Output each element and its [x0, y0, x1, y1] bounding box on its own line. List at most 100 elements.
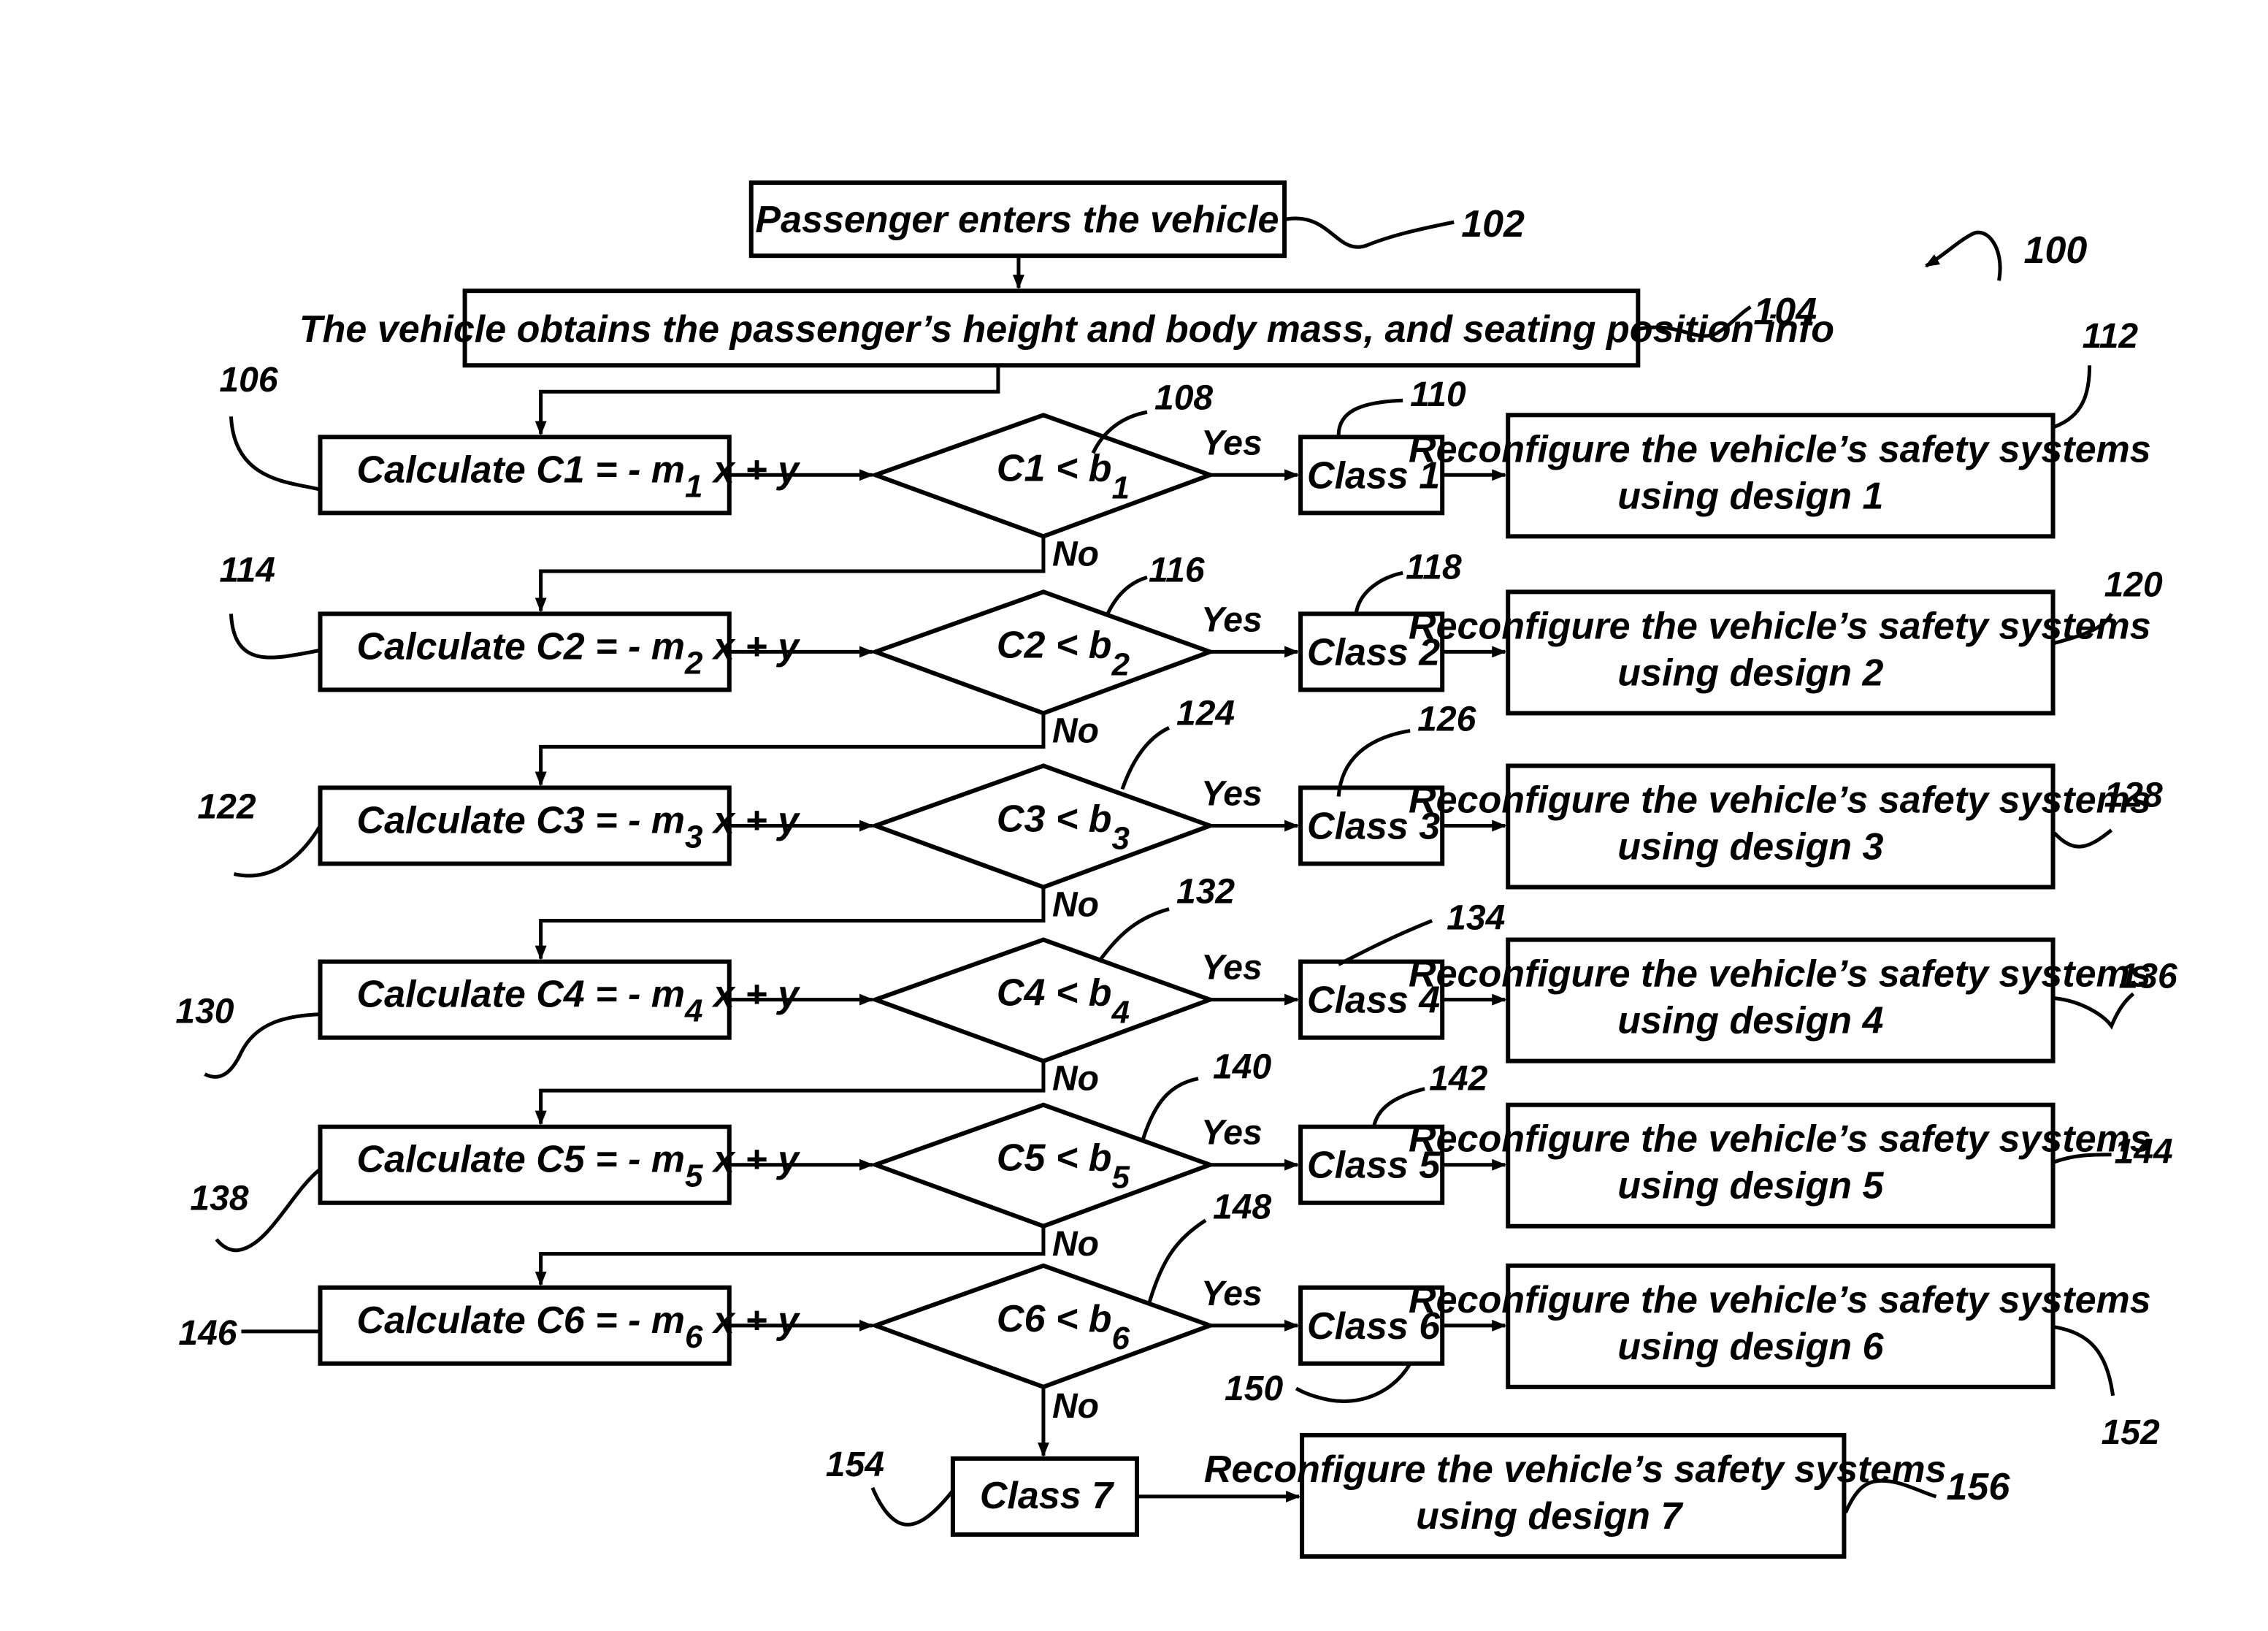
action-line1-3: Reconfigure the vehicle’s safety systems: [1409, 779, 2151, 821]
yes-label-1: Yes: [1201, 424, 1263, 462]
no-label-2: No: [1052, 711, 1099, 750]
action-ref-3: 128: [2104, 776, 2163, 814]
decision-ref-3: 124: [1176, 694, 1235, 733]
class-ref-3: 126: [1417, 700, 1476, 738]
decision-ref-6: 148: [1213, 1188, 1271, 1227]
no-label-5: No: [1052, 1225, 1099, 1264]
no-label-3: No: [1052, 886, 1099, 925]
class-ref-6: 150: [1225, 1370, 1283, 1408]
decision-ref-1: 108: [1154, 378, 1213, 417]
calc-ref-3: 122: [197, 788, 256, 827]
class-ref-leader-2: [1354, 570, 1403, 614]
calc-expr: Calculate C3 = - m: [357, 800, 686, 842]
condition: C2 < b: [997, 624, 1112, 666]
action-ref-leader-1: [2053, 365, 2092, 429]
action-line1-6: Reconfigure the vehicle’s safety systems: [1409, 1279, 2151, 1321]
start-ref: 102: [1461, 203, 1525, 245]
calc-ref-4: 130: [175, 993, 234, 1031]
class-ref-leader-6: [1295, 1362, 1412, 1403]
decision-ref-leader-6: [1146, 1218, 1207, 1306]
figure-leader-arrow: [1924, 230, 2002, 281]
flowchart: 100 Passenger enters the vehicle 102 The…: [175, 180, 2177, 1559]
action-ref-leader-4: [2054, 992, 2135, 1030]
action-line2-2: using design 2: [1617, 652, 1883, 694]
action-line2-6: using design 6: [1617, 1326, 1884, 1368]
calc-expr: Calculate C4 = - m: [357, 974, 686, 1016]
connector-no-4: [535, 1061, 1046, 1126]
action-line1-1: Reconfigure the vehicle’s safety systems: [1409, 428, 2151, 470]
class-ref-5: 142: [1429, 1060, 1487, 1099]
calc-suffix: x + y: [703, 1139, 802, 1181]
calc-ref-leader-1: [229, 416, 321, 492]
condition: C3 < b: [997, 798, 1112, 841]
condition-subscript: 3: [1111, 821, 1129, 857]
action-7-line1: Reconfigure the vehicle’s safety systems: [1204, 1448, 1947, 1491]
calc-expr: Calculate C2 = - m: [357, 625, 686, 668]
action-ref-leader-3: [2053, 828, 2113, 849]
action-ref-2: 120: [2104, 565, 2163, 604]
action-line1-4: Reconfigure the vehicle’s safety systems: [1409, 953, 2151, 996]
connector-no-3: [535, 887, 1046, 960]
calc-subscript: 2: [684, 645, 703, 681]
decision-ref-4: 132: [1176, 873, 1235, 912]
condition: C6 < b: [997, 1298, 1112, 1340]
calc-subscript: 4: [684, 993, 702, 1029]
obtain-text: The vehicle obtains the passenger’s heig…: [299, 308, 1834, 351]
calc-expr: Calculate C1 = - m: [357, 448, 686, 491]
class-ref-2: 118: [1406, 548, 1462, 587]
calc-subscript: 1: [685, 468, 702, 504]
condition-subscript: 1: [1111, 470, 1129, 505]
action-ref-1: 112: [2083, 317, 2139, 356]
calc-subscript: 3: [685, 820, 702, 855]
decision-ref-leader-5: [1141, 1077, 1199, 1141]
calc-subscript: 6: [685, 1319, 703, 1355]
calc-expr: Calculate C6 = - m: [357, 1299, 686, 1342]
calc-ref-2: 114: [219, 551, 275, 589]
yes-label-2: Yes: [1201, 600, 1263, 639]
class-7-text: Class 7: [980, 1475, 1114, 1517]
connector-no-2: [535, 713, 1046, 787]
action-7-ref: 156: [1946, 1466, 2010, 1508]
calc-ref-leader-3: [233, 825, 322, 878]
action-line1-2: Reconfigure the vehicle’s safety systems: [1409, 605, 2151, 647]
condition: C4 < b: [997, 972, 1112, 1015]
calc-subscript: 5: [685, 1158, 703, 1194]
action-7-line2: using design 7: [1416, 1495, 1683, 1538]
obtain-ref: 104: [1753, 291, 1817, 333]
calc-suffix: x + y: [703, 448, 802, 491]
decision-ref-leader-3: [1120, 726, 1171, 790]
action-ref-leader-6: [2054, 1325, 2115, 1397]
start-ref-leader: [1285, 216, 1455, 249]
calc-suffix: x + y: [703, 625, 802, 668]
connector-no-1: [535, 536, 1046, 613]
connector-to-calc-1: [535, 365, 1000, 436]
action-ref-6: 152: [2102, 1413, 2160, 1452]
action-ref-5: 144: [2115, 1133, 2173, 1172]
decision-ref-leader-2: [1106, 575, 1148, 615]
decision-ref-leader-4: [1097, 907, 1170, 963]
start-text: Passenger enters the vehicle: [755, 199, 1279, 241]
condition-subscript: 5: [1111, 1160, 1130, 1196]
figure-label: 100: [2024, 229, 2088, 272]
connector-no-5: [535, 1226, 1046, 1286]
action-line1-5: Reconfigure the vehicle’s safety systems: [1409, 1118, 2151, 1161]
no-label-4: No: [1052, 1060, 1099, 1099]
class-7-ref: 154: [826, 1445, 884, 1484]
class-ref-1: 110: [1410, 375, 1466, 414]
condition: C5 < b: [997, 1137, 1112, 1180]
action-line2-3: using design 3: [1617, 826, 1883, 868]
yes-label-4: Yes: [1201, 949, 1263, 988]
condition-subscript: 2: [1111, 646, 1130, 682]
decision-ref-5: 140: [1213, 1048, 1271, 1087]
yes-label-3: Yes: [1201, 774, 1263, 813]
action-line2-5: using design 5: [1617, 1165, 1884, 1207]
condition-subscript: 6: [1111, 1321, 1130, 1356]
calc-suffix: x + y: [703, 1299, 802, 1342]
class-ref-leader-1: [1336, 398, 1403, 436]
calc-ref-1: 106: [219, 361, 277, 400]
class-ref-4: 134: [1447, 899, 1505, 938]
calc-suffix: x + y: [703, 800, 802, 842]
class-7-ref-leader: [870, 1486, 954, 1527]
yes-label-6: Yes: [1201, 1275, 1263, 1313]
calc-suffix: x + y: [703, 974, 802, 1016]
